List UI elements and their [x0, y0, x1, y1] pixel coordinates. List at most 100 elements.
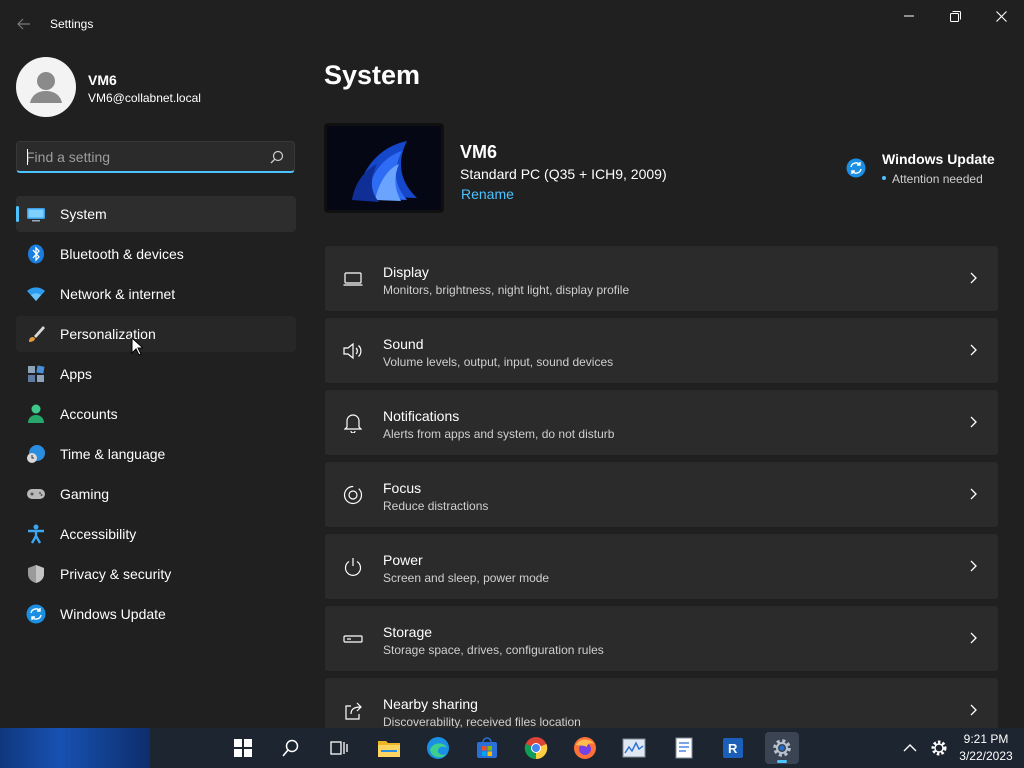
sidebar-item-apps[interactable]: Apps [16, 356, 296, 392]
search-box[interactable] [16, 141, 295, 173]
chevron-right-icon [970, 632, 977, 644]
paintbrush-icon [26, 324, 46, 344]
sidebar-item-gaming[interactable]: Gaming [16, 476, 296, 512]
settings-card-display[interactable]: Display Monitors, brightness, night ligh… [324, 245, 999, 312]
maximize-button[interactable] [932, 0, 978, 32]
sidebar-item-accessibility[interactable]: Accessibility [16, 516, 296, 552]
sidebar-item-label: Accounts [60, 406, 118, 422]
sidebar-item-accounts[interactable]: Accounts [16, 396, 296, 432]
settings-card-storage[interactable]: Storage Storage space, drives, configura… [324, 605, 999, 672]
rename-link[interactable]: Rename [461, 186, 514, 202]
taskbar-search-button[interactable] [274, 732, 308, 764]
taskbar-monitor-app[interactable] [617, 732, 651, 764]
arrow-left-icon [17, 18, 30, 30]
sidebar-item-label: Gaming [60, 486, 110, 502]
sidebar-item-label: Time & language [60, 446, 166, 462]
focus-icon [342, 484, 364, 506]
sidebar-item-label: Privacy & security [60, 566, 172, 582]
app-title: Settings [50, 17, 94, 31]
sidebar-item-system[interactable]: System [16, 196, 296, 232]
settings-card-focus[interactable]: Focus Reduce distractions [324, 461, 999, 528]
chevron-right-icon [970, 344, 977, 356]
device-name: VM6 [460, 142, 498, 162]
sidebar-item-time-language[interactable]: Time & language [16, 436, 296, 472]
apps-icon [26, 364, 46, 384]
sidebar-item-label: Network & internet [60, 286, 176, 302]
maximize-icon [949, 10, 961, 22]
taskbar-notepad[interactable] [667, 732, 701, 764]
chrome-icon [524, 737, 548, 760]
taskbar-remote-app[interactable]: R [716, 732, 750, 764]
search-input[interactable] [26, 148, 256, 166]
notepad-icon [675, 737, 693, 759]
taskbar-firefox[interactable] [568, 732, 602, 764]
close-button[interactable] [978, 0, 1024, 32]
card-description: Monitors, brightness, night light, displ… [383, 283, 630, 297]
minimize-button[interactable] [886, 0, 932, 32]
svg-text:R: R [728, 741, 738, 756]
sidebar-item-bluetooth[interactable]: Bluetooth & devices [16, 236, 296, 272]
chevron-right-icon [970, 416, 977, 428]
settings-card-power[interactable]: Power Screen and sleep, power mode [324, 533, 999, 600]
card-description: Reduce distractions [383, 499, 489, 513]
wifi-icon [26, 284, 46, 304]
sidebar-item-network[interactable]: Network & internet [16, 276, 296, 312]
person-avatar-icon [30, 72, 62, 103]
gear-icon[interactable] [929, 738, 949, 758]
sidebar-item-privacy[interactable]: Privacy & security [16, 556, 296, 592]
speaker-icon [342, 340, 364, 362]
clock-date[interactable]: 3/22/2023 [956, 749, 1016, 763]
display-icon [342, 268, 364, 290]
chevron-right-icon [970, 704, 977, 716]
taskbar: R 9:21 PM 3/22/2023 [0, 728, 1024, 768]
status-dot [882, 176, 886, 180]
settings-list: Display Monitors, brightness, night ligh… [324, 245, 999, 749]
sidebar-item-label: Windows Update [60, 606, 166, 622]
chevron-up-icon[interactable] [900, 738, 920, 758]
card-title: Display [383, 264, 429, 280]
remote-app-icon: R [723, 738, 743, 758]
windows-update-icon[interactable] [846, 158, 866, 178]
profile-name: VM6 [88, 72, 117, 88]
task-view-button[interactable] [322, 732, 356, 764]
card-description: Volume levels, output, input, sound devi… [383, 355, 614, 369]
card-title: Sound [383, 336, 424, 352]
taskbar-chrome[interactable] [519, 732, 553, 764]
monitor-icon [26, 204, 46, 224]
settings-card-notifications[interactable]: Notifications Alerts from apps and syste… [324, 389, 999, 456]
bell-icon [342, 412, 364, 434]
back-button[interactable] [12, 12, 36, 36]
sidebar-item-label: Accessibility [60, 526, 137, 542]
windows-update-title[interactable]: Windows Update [882, 151, 995, 167]
avatar[interactable] [16, 57, 76, 117]
start-button[interactable] [226, 732, 260, 764]
profile-email: VM6@collabnet.local [88, 91, 201, 105]
drive-icon [342, 628, 364, 650]
card-title: Notifications [383, 408, 460, 424]
monitor-app-icon [622, 738, 646, 758]
accessibility-icon [26, 524, 46, 544]
search-icon[interactable] [270, 150, 284, 164]
taskbar-store[interactable] [470, 732, 504, 764]
person-icon [26, 404, 46, 424]
share-icon [342, 700, 364, 722]
start-icon [234, 739, 252, 757]
active-app-indicator [777, 760, 787, 763]
device-model: Standard PC (Q35 + ICH9, 2009) [460, 166, 667, 182]
card-title: Storage [383, 624, 433, 640]
device-wallpaper-thumbnail [324, 123, 444, 213]
sidebar-item-label: Apps [60, 366, 92, 382]
chevron-right-icon [970, 560, 977, 572]
search-icon [282, 739, 299, 757]
taskbar-settings[interactable] [765, 732, 799, 764]
settings-card-sound[interactable]: Sound Volume levels, output, input, soun… [324, 317, 999, 384]
sidebar-item-windows-update[interactable]: Windows Update [16, 596, 296, 632]
sidebar-item-label: Bluetooth & devices [60, 246, 184, 262]
sidebar-item-label: System [60, 206, 107, 222]
taskbar-file-explorer[interactable] [372, 732, 406, 764]
sidebar-item-personalization[interactable]: Personalization [16, 316, 296, 352]
clock-time[interactable]: 9:21 PM [956, 732, 1016, 746]
bloom-wallpaper-icon [327, 126, 441, 210]
close-icon [995, 10, 1007, 22]
taskbar-edge[interactable] [421, 732, 455, 764]
